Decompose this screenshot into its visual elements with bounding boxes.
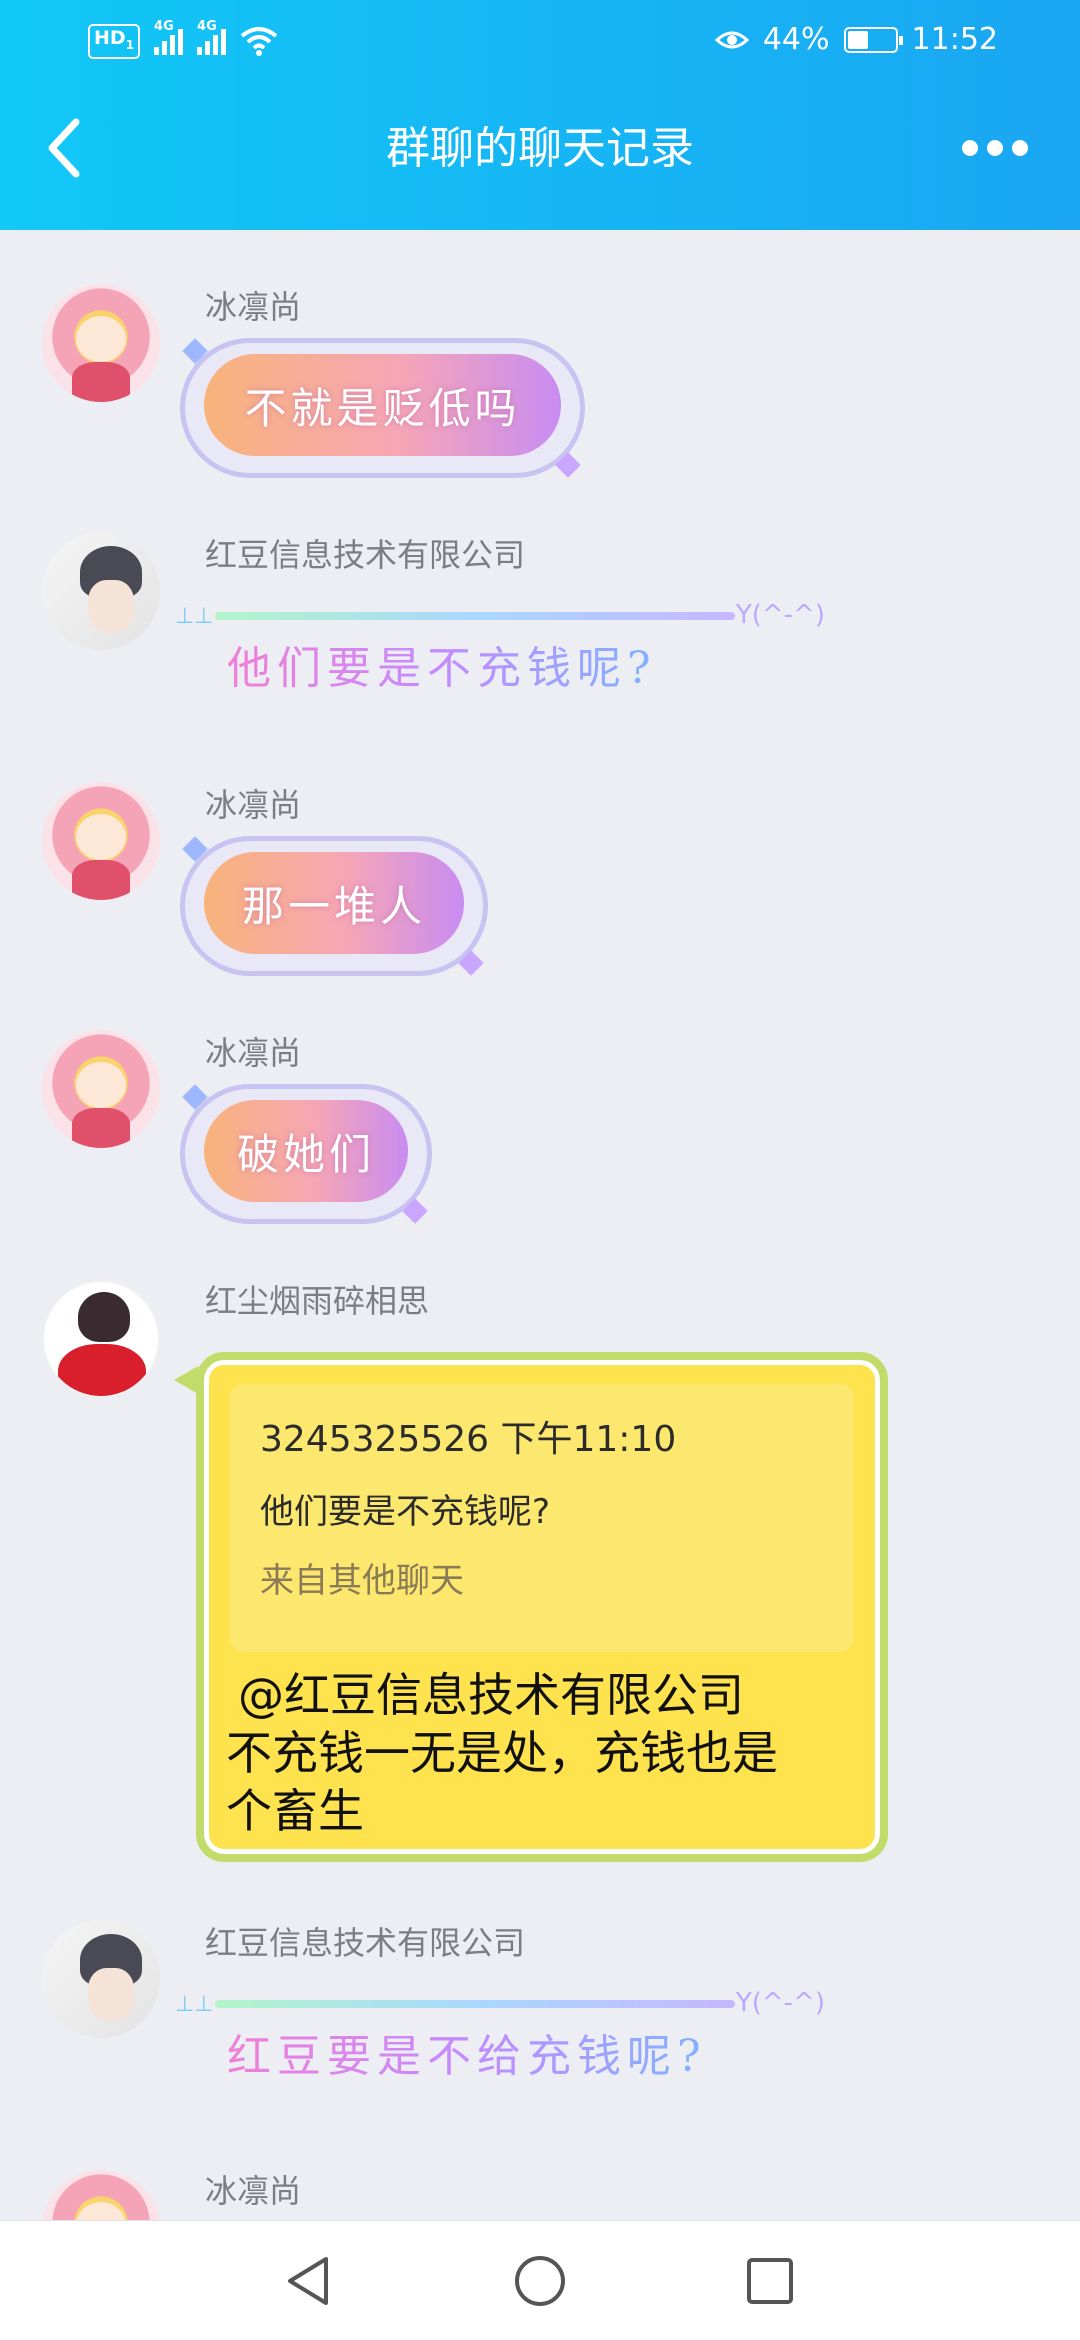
hd-badge: HD1 bbox=[88, 24, 141, 59]
wifi-icon bbox=[240, 27, 278, 57]
message-text: 红豆要是不给充钱呢? bbox=[227, 2020, 707, 2084]
circle-home-icon bbox=[515, 2256, 565, 2306]
anime-girl-avatar[interactable] bbox=[42, 284, 160, 402]
pill-bubble[interactable]: 破她们 bbox=[180, 1084, 432, 1224]
sim2-label: 4G bbox=[197, 19, 217, 35]
quote-source: 来自其他聊天 bbox=[260, 1561, 464, 1601]
eye-comfort-icon bbox=[714, 31, 749, 48]
gradient-line-bubble[interactable]: ⊥⊥ Y(^-^) 他们要是不充钱呢? bbox=[175, 600, 825, 712]
reply-bubble[interactable]: 3245325526 下午11:10 他们要是不充钱呢? 来自其他聊天 @红豆信… bbox=[174, 1352, 888, 1862]
square-recents-icon bbox=[747, 2258, 793, 2304]
battery-percent: 44% bbox=[762, 22, 830, 57]
system-nav-bar bbox=[0, 2220, 1080, 2340]
sender-name[interactable]: 红豆信息技术有限公司 bbox=[205, 1918, 525, 1964]
bubble-start-decoration: ⊥⊥ bbox=[175, 1992, 214, 2017]
sim1-label: 4G bbox=[154, 19, 174, 35]
anime-girl-avatar[interactable] bbox=[42, 1030, 160, 1148]
sender-name[interactable]: 冰凛尚 bbox=[205, 780, 301, 826]
bubble-face-decoration: Y(^-^) bbox=[735, 1988, 825, 2018]
bubble-gradient-bar bbox=[215, 612, 735, 620]
clock: 11:52 bbox=[911, 22, 998, 57]
quote-header: 3245325526 下午11:10 bbox=[260, 1419, 677, 1460]
mention-line: @红豆信息技术有限公司 bbox=[238, 1668, 744, 1722]
message-line: 不充钱一无是处，充钱也是 bbox=[226, 1726, 778, 1780]
signal-icon-sim2: 4G bbox=[197, 19, 227, 56]
sender-name[interactable]: 冰凛尚 bbox=[205, 282, 301, 328]
anime-girl-avatar[interactable] bbox=[42, 2170, 160, 2220]
more-dots-icon bbox=[962, 140, 978, 156]
hd-badge-sub: 1 bbox=[125, 37, 135, 52]
signal-icon-sim1: 4G bbox=[154, 19, 184, 56]
status-bar: HD1 4G 4G 44% 11:52 bbox=[0, 18, 1080, 66]
app-header: HD1 4G 4G 44% 11:52 群聊的聊天记录 bbox=[0, 0, 1080, 230]
message-line: 个畜生 bbox=[226, 1784, 364, 1838]
chat-history[interactable]: 冰凛尚 不就是贬低吗 红豆信息技术有限公司 ⊥⊥ Y(^-^) 他们要是不充钱呢… bbox=[0, 230, 1080, 2220]
sender-name[interactable]: 冰凛尚 bbox=[205, 2166, 301, 2212]
nav-home-button[interactable] bbox=[510, 2251, 570, 2311]
pill-bubble[interactable]: 不就是贬低吗 bbox=[180, 338, 585, 478]
bubble-face-decoration: Y(^-^) bbox=[735, 600, 825, 630]
sender-name[interactable]: 冰凛尚 bbox=[205, 1028, 301, 1074]
anime-boy-avatar[interactable] bbox=[42, 532, 160, 650]
bubble-start-decoration: ⊥⊥ bbox=[175, 604, 214, 629]
quoted-message[interactable]: 3245325526 下午11:10 他们要是不充钱呢? 来自其他聊天 bbox=[230, 1384, 854, 1652]
red-hoodie-avatar[interactable] bbox=[42, 1280, 160, 1398]
message-text: 不就是贬低吗 bbox=[204, 354, 561, 456]
anime-boy-avatar[interactable] bbox=[42, 1920, 160, 2038]
battery-fill bbox=[847, 30, 868, 49]
triangle-back-icon bbox=[288, 2257, 328, 2305]
gradient-line-bubble[interactable]: ⊥⊥ Y(^-^) 红豆要是不给充钱呢? bbox=[175, 1988, 825, 2100]
pill-bubble[interactable]: 那一堆人 bbox=[180, 836, 488, 976]
sender-name[interactable]: 红尘烟雨碎相思 bbox=[205, 1276, 429, 1322]
nav-recents-button[interactable] bbox=[740, 2251, 800, 2311]
sender-name[interactable]: 红豆信息技术有限公司 bbox=[205, 530, 525, 576]
message-text: 那一堆人 bbox=[204, 852, 464, 954]
bubble-gradient-bar bbox=[215, 2000, 735, 2008]
message-text: 破她们 bbox=[204, 1100, 408, 1202]
message-text: 他们要是不充钱呢? bbox=[227, 632, 657, 696]
quote-text: 他们要是不充钱呢? bbox=[260, 1492, 551, 1532]
nav-back-button[interactable] bbox=[278, 2251, 338, 2311]
page-title: 群聊的聊天记录 bbox=[386, 123, 694, 174]
battery-icon bbox=[843, 26, 903, 53]
anime-girl-avatar[interactable] bbox=[42, 782, 160, 900]
more-button[interactable] bbox=[962, 140, 1028, 156]
message-text: @红豆信息技术有限公司 不充钱一无是处，充钱也是 个畜生 bbox=[226, 1666, 852, 1840]
